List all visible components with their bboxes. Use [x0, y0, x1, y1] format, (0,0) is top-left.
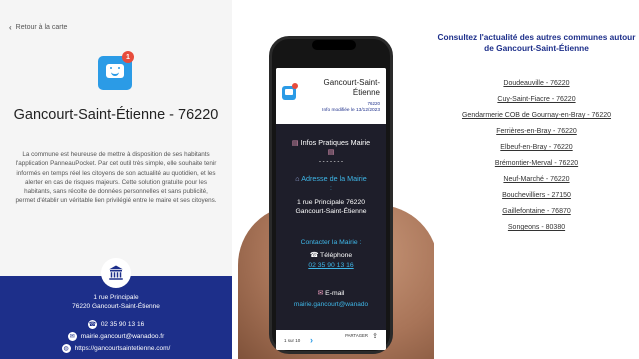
share-label[interactable]: PARTAGER: [345, 333, 368, 338]
email-address: mairie.gancourt@wanadoo.fr: [80, 333, 165, 340]
nearby-towns-panel: Consultez l'actualité des autres commune…: [434, 0, 639, 359]
screen-town-title: Gancourt-Saint-Étienne: [323, 78, 380, 97]
pager-label: 1 sur 10: [284, 338, 301, 343]
back-link-label: Retour à la carte: [15, 24, 68, 31]
share-icon[interactable]: ⇪: [372, 332, 378, 340]
phone-contact[interactable]: ☎ 02 35 90 13 16: [0, 320, 232, 329]
town-link-doudeauville[interactable]: Doudeauville - 76220: [434, 79, 639, 89]
phone-screen: Gancourt-Saint-Étienne 76220 Info modifi…: [276, 68, 386, 350]
screen-notification-dot: [292, 83, 298, 89]
screen-content: ▤ Infos Pratiques Mairie ▤ - - - - - - -…: [276, 124, 386, 330]
globe-icon: ◍: [61, 344, 71, 353]
page: ‹ Retour à la carte 1 Gancourt-Saint-Éti…: [0, 0, 639, 359]
screen-address: 1 rue Principale 76220 Gancourt-Saint-Ét…: [295, 199, 367, 216]
town-link-songeons[interactable]: Songeons - 80380: [434, 223, 639, 233]
chevron-left-icon: ‹: [9, 23, 12, 32]
telephone-icon: ☎: [309, 252, 319, 259]
town-description: La commune est heureuse de mettre à disp…: [15, 151, 217, 205]
address-heading-row: ⌂ Adresse de la Mairie: [276, 174, 386, 183]
town-link-cuy-saint-fiacre[interactable]: Cuy-Saint-Fiacre - 76220: [434, 95, 639, 105]
next-page-icon[interactable]: ›: [310, 335, 313, 345]
screen-email-link[interactable]: mairie.gancourt@wanado: [276, 301, 386, 308]
document-icon-2: ▤: [327, 149, 335, 156]
infos-title-row: ▤ Infos Pratiques Mairie: [276, 138, 386, 147]
town-address: 1 rue Principale 76220 Gancourt-Saint-Ét…: [0, 293, 232, 311]
phone-preview-panel: Gancourt-Saint-Étienne 76220 Info modifi…: [232, 0, 434, 359]
phone-label: Téléphone: [320, 252, 353, 259]
address-colon: :: [330, 186, 332, 192]
email-label-row: ✉ E-mail: [276, 289, 386, 297]
infos-title: Infos Pratiques Mairie: [300, 138, 371, 147]
house-icon: ⌂: [295, 174, 300, 183]
town-link-neuf-marche[interactable]: Neuf-Marché - 76220: [434, 175, 639, 185]
town-link-bouchevilliers[interactable]: Bouchevilliers - 27150: [434, 191, 639, 201]
town-link-elbeuf[interactable]: Elbeuf-en-Bray - 76220: [434, 143, 639, 153]
address-line-2: 76220 Gancourt-Saint-Étienne: [72, 303, 160, 310]
notification-badge: 1: [122, 51, 134, 63]
town-title: Gancourt-Saint-Étienne - 76220: [13, 107, 219, 123]
address-line-1: 1 rue Principale: [93, 294, 139, 301]
town-hall-icon: [101, 258, 131, 288]
mail-icon: ✉: [67, 332, 77, 341]
phone-label-row: ☎ Téléphone: [276, 251, 386, 259]
dashes-separator: - - - - - - -: [319, 159, 343, 165]
back-to-map-link[interactable]: ‹ Retour à la carte: [9, 23, 67, 32]
email-contact[interactable]: ✉ mairie.gancourt@wanadoo.fr: [0, 332, 232, 341]
screen-footer: 1 sur 10 › PARTAGER ⇪: [276, 330, 386, 350]
screen-postcode: 76220: [367, 101, 380, 106]
phone-notch: [312, 40, 356, 50]
town-link-gaillefontaine[interactable]: Gaillefontaine - 76870: [434, 207, 639, 217]
document-icon: ▤: [291, 138, 299, 147]
town-link-bremontier[interactable]: Brémontier-Merval - 76220: [434, 159, 639, 169]
phone-icon: ☎: [87, 320, 97, 329]
website-url: https://gancourtsaintetienne.com/: [74, 345, 171, 352]
nearby-towns-title: Consultez l'actualité des autres commune…: [437, 32, 636, 53]
town-link-ferrieres[interactable]: Ferrières-en-Bray - 76220: [434, 127, 639, 137]
screen-header: Gancourt-Saint-Étienne 76220 Info modifi…: [276, 68, 386, 124]
town-info-panel: ‹ Retour à la carte 1 Gancourt-Saint-Éti…: [0, 0, 232, 359]
screen-phone-link[interactable]: 02 35 90 13 16: [276, 262, 386, 269]
email-label: E-mail: [325, 290, 345, 297]
envelope-icon: ✉: [317, 290, 324, 297]
address-heading: Adresse de la Mairie: [301, 174, 367, 183]
contact-heading: Contacter la Mairie :: [300, 239, 362, 246]
town-link-gendarmerie[interactable]: Gendarmerie COB de Gournay-en-Bray - 762…: [434, 111, 639, 121]
screen-modified-date: Info modifiée le 13/12/2023: [322, 108, 380, 113]
nearby-towns-list: Doudeauville - 76220 Cuy-Saint-Fiacre - …: [434, 79, 639, 239]
phone-number: 02 35 90 13 16: [100, 321, 145, 328]
website-contact[interactable]: ◍ https://gancourtsaintetienne.com/: [0, 344, 232, 353]
